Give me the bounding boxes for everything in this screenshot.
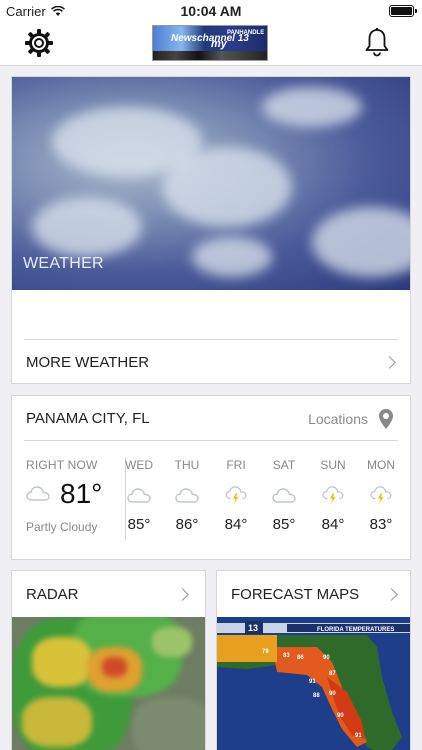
nav-bar: Newschannel 13 my PANHANDLE: [0, 22, 422, 66]
day-name: SUN: [320, 458, 346, 472]
day-temperature: 84°: [224, 516, 248, 533]
map-value: 90: [323, 655, 330, 661]
right-now-label: RIGHT NOW: [26, 458, 98, 472]
station-logo[interactable]: Newschannel 13 my PANHANDLE: [152, 25, 268, 61]
forecast-day: WED 85°: [119, 458, 159, 533]
map-banner: FLORIDA TEMPERATURES: [317, 627, 394, 633]
day-temperature: 83°: [369, 516, 393, 533]
forecast-maps-card[interactable]: FORECAST MAPS FLORIDA TEMPERATURES 13 79…: [216, 570, 411, 750]
day-temperature: 85°: [127, 516, 151, 533]
city-name: PANAMA CITY, FL: [26, 410, 150, 427]
map-value: 86: [297, 655, 304, 661]
day-name: SAT: [272, 458, 296, 472]
chevron-right-icon: [176, 588, 189, 601]
day-name: WED: [125, 458, 153, 472]
forecast-day: SUN 84°: [313, 458, 353, 533]
cloud-icon: [175, 488, 199, 503]
locations-link[interactable]: Locations: [308, 411, 368, 427]
forecast-day: SAT 85°: [264, 458, 304, 533]
map-value: 88: [313, 693, 320, 699]
gear-icon[interactable]: [24, 28, 54, 58]
forecast-card: PANAMA CITY, FL Locations RIGHT NOW 81° …: [11, 395, 411, 560]
map-value: 83: [283, 653, 290, 659]
day-name: FRI: [226, 458, 246, 472]
cloud-icon: [272, 488, 296, 503]
forecast-day: THU 86°: [167, 458, 207, 533]
battery-icon: [389, 5, 417, 17]
radar-card[interactable]: RADAR: [11, 570, 206, 750]
logo-text-panhandle: PANHANDLE: [227, 30, 265, 36]
current-condition: Partly Cloudy: [26, 520, 98, 534]
more-weather-row[interactable]: MORE WEATHER: [24, 339, 398, 384]
day-name: MON: [367, 458, 395, 472]
florida-map-graphic: FLORIDA TEMPERATURES 13 79 83 86 90 91 8…: [217, 617, 410, 750]
current-conditions: RIGHT NOW 81° Partly Cloudy: [26, 458, 118, 538]
status-bar: Carrier 10:04 AM: [0, 0, 422, 22]
day-temperature: 86°: [175, 516, 199, 533]
weather-hero-image: WEATHER: [12, 77, 410, 290]
map-value: 91: [355, 733, 362, 739]
chevron-right-icon: [383, 356, 396, 369]
map-value: 90: [329, 691, 336, 697]
cloud-icon: [127, 488, 151, 503]
florida-temperature-map: FLORIDA TEMPERATURES 13 79 83 86 90 91 8…: [217, 617, 410, 750]
location-pin-icon[interactable]: [378, 408, 394, 430]
map-value: 79: [262, 649, 269, 655]
logo-text-my: my: [211, 38, 227, 50]
cloud-icon: [26, 486, 50, 501]
thunderstorm-icon: [370, 486, 392, 504]
radar-map-image: [12, 617, 205, 750]
thunderstorm-icon: [322, 486, 344, 504]
more-weather-label: MORE WEATHER: [26, 354, 150, 371]
radar-title: RADAR: [26, 586, 79, 603]
forecast-day: MON 83°: [361, 458, 401, 533]
day-temperature: 85°: [272, 516, 296, 533]
map-value: 91: [309, 679, 316, 685]
map-value: 87: [329, 671, 336, 677]
thunderstorm-icon: [225, 486, 247, 504]
map-value: 90: [337, 713, 344, 719]
map-badge: 13: [248, 623, 258, 633]
clock: 10:04 AM: [180, 3, 242, 19]
logo-skyline: [153, 51, 267, 60]
current-temperature: 81°: [60, 478, 103, 509]
forecast-day: FRI 84°: [216, 458, 256, 533]
forecast-maps-title: FORECAST MAPS: [231, 586, 360, 603]
weather-image-label: WEATHER: [23, 255, 104, 272]
forecast-header: PANAMA CITY, FL Locations: [24, 396, 398, 441]
day-temperature: 84°: [321, 516, 345, 533]
chevron-right-icon: [385, 588, 398, 601]
day-name: THU: [174, 458, 200, 472]
weather-card[interactable]: WEATHER MORE WEATHER: [11, 76, 411, 384]
bell-icon[interactable]: [364, 27, 390, 57]
